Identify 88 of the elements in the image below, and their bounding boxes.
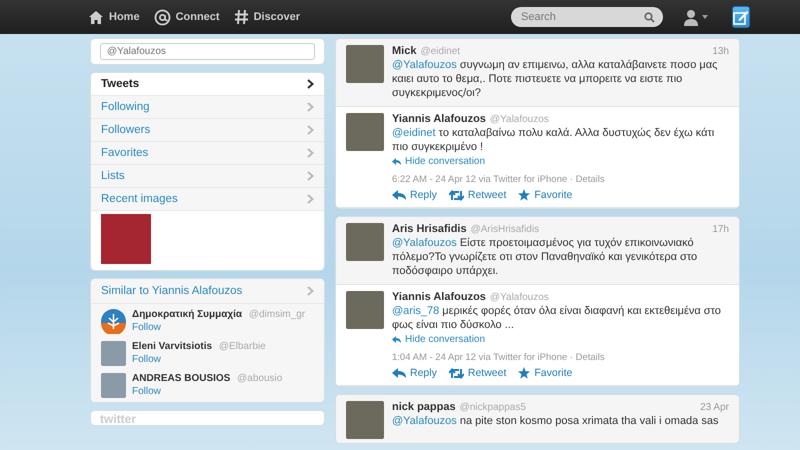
reply-arrow-icon bbox=[392, 368, 406, 378]
similar-accounts-link[interactable]: Similar to Yiannis Alafouzos bbox=[91, 279, 324, 304]
retweet-icon bbox=[448, 368, 464, 378]
user-handle: @nickpappas5 bbox=[460, 402, 526, 413]
user-name[interactable]: Aris Hrisafidis bbox=[392, 223, 467, 235]
profile-nav-item[interactable]: Favorites bbox=[91, 142, 324, 165]
avatar-photo bbox=[346, 45, 384, 83]
tweet-input-field[interactable]: @Yalafouzos bbox=[100, 43, 315, 60]
chevron-icon bbox=[307, 171, 314, 181]
nav-link[interactable]: Connect bbox=[154, 8, 220, 26]
profile-nav-item[interactable]: Tweets bbox=[91, 73, 324, 96]
user-name[interactable]: Yiannis Alafouzos bbox=[392, 113, 486, 125]
tweet-time[interactable]: 23 Apr bbox=[700, 402, 729, 413]
account-name[interactable]: Δημοκρατική Συμμαχία bbox=[132, 309, 242, 320]
mention-link[interactable]: @aris_78 bbox=[392, 305, 440, 317]
account-handle: @Elbarbie bbox=[218, 341, 266, 352]
avatar-photo bbox=[346, 401, 384, 439]
details-link[interactable]: Details bbox=[576, 174, 605, 185]
chevron-icon bbox=[307, 148, 314, 158]
user-handle: @eidinet bbox=[420, 46, 460, 57]
reply-action[interactable]: Reply bbox=[392, 367, 437, 379]
follow-link[interactable]: Follow bbox=[132, 354, 161, 365]
avatar-photo bbox=[346, 113, 384, 151]
follow-link[interactable]: Follow bbox=[132, 386, 161, 397]
retweet-action[interactable]: Retweet bbox=[448, 189, 506, 201]
mention-link[interactable]: @Yalafouzos bbox=[392, 59, 457, 71]
tweet-text: @eidinet το καταλαβαίνω πολυ καλά. Αλλα δυστυχώς δεν έχω κάτι πιο συγκεκριμένο ! bbox=[392, 126, 716, 154]
hash-icon bbox=[234, 9, 249, 25]
user-handle: @Yalafouzos bbox=[490, 114, 549, 125]
mention-link[interactable]: @Yalafouzos bbox=[392, 415, 457, 427]
account-name[interactable]: Eleni Varvitsiotis bbox=[132, 341, 212, 352]
profile-nav-item[interactable]: Recent images bbox=[91, 188, 324, 211]
chevron-icon bbox=[307, 79, 314, 89]
tweet-time[interactable]: 13h bbox=[712, 46, 729, 57]
tweet-time[interactable]: 17h bbox=[712, 224, 729, 235]
home-icon bbox=[88, 10, 104, 24]
profile-nav-item[interactable]: Following bbox=[91, 96, 324, 119]
search-field[interactable]: Search bbox=[511, 7, 664, 27]
favorite-action[interactable]: Favorite bbox=[518, 367, 572, 379]
nav-link[interactable]: Discover bbox=[234, 8, 300, 26]
account-handle: @dimsim_gr bbox=[248, 309, 306, 320]
reply-arrow-icon bbox=[392, 190, 406, 200]
caret-icon bbox=[702, 15, 708, 19]
tweet-text: @Yalafouzos na pite ston kosmo posa xrimata tha vali i omada sas bbox=[392, 414, 720, 428]
favorite-action[interactable]: Favorite bbox=[518, 189, 572, 201]
avatar-photo bbox=[346, 223, 384, 261]
chevron-icon bbox=[307, 286, 314, 296]
chevron-icon bbox=[307, 102, 314, 112]
avatar-photo bbox=[346, 291, 384, 329]
tweet-timestamp: 6:22 AM - 24 Apr 12 via Twitter for iPhone · bbox=[392, 174, 573, 185]
nav-link[interactable]: Home bbox=[88, 8, 140, 26]
avatar-photo bbox=[101, 372, 126, 398]
pen-square-icon bbox=[733, 10, 750, 24]
reply-action[interactable]: Reply bbox=[392, 189, 437, 201]
avatar-photo bbox=[101, 340, 126, 366]
hide-conversation-link[interactable]: Hide conversation bbox=[392, 334, 486, 345]
user-handle: @ArisHrisafidis bbox=[470, 224, 540, 235]
tweet-text: @Yalafouzos Είστε προετοιμασμένος για τυχόν επικοινωνιακό πόλεμο?Το γνωρίζετε οτι στον Παναθηναϊκό και γενικότερα στο ποδόσφαιρο υπάρχει. bbox=[392, 236, 698, 278]
hide-conversation-link[interactable]: Hide conversation bbox=[392, 156, 486, 167]
person-icon bbox=[683, 8, 700, 26]
user-name[interactable]: nick pappas bbox=[392, 401, 456, 413]
account-name[interactable]: ANDREAS BOUSIOS bbox=[132, 373, 230, 384]
account-handle: @abousio bbox=[237, 373, 282, 384]
at-icon bbox=[154, 8, 171, 26]
mention-link[interactable]: @Yalafouzos bbox=[392, 237, 457, 249]
tweet-timestamp: 1:04 AM - 24 Apr 12 via Twitter for iPhone · bbox=[392, 352, 573, 363]
profile-nav-item[interactable]: Followers bbox=[91, 119, 324, 142]
retweet-icon bbox=[448, 190, 464, 200]
profile-nav-item[interactable]: Lists bbox=[91, 165, 324, 188]
user-name[interactable]: Yiannis Alafouzos bbox=[392, 291, 486, 303]
star-icon bbox=[518, 189, 530, 201]
tweet-text: @aris_78 μερικές φορές όταν όλα είναι διαφανή και εκτεθειμένα στο φως είναι πιο δύσκολο ... bbox=[392, 304, 722, 332]
user-handle: @Yalafouzos bbox=[490, 292, 549, 303]
user-menu-button[interactable] bbox=[683, 8, 708, 26]
follow-link[interactable]: Follow bbox=[132, 322, 161, 333]
reply-arrow-icon bbox=[392, 158, 401, 165]
tweet-text: @Yalafouzos συγνωμη αν επιμεινω, αλλα καταλάβαινετε ποσο μας καιει αυτο το θεμα,. Ποτε πιστευετε να μπορειτε να ειστε πιο συγκεκριμενος/οι? bbox=[392, 58, 718, 100]
chevron-icon bbox=[307, 125, 314, 135]
search-icon bbox=[644, 12, 656, 23]
details-link[interactable]: Details bbox=[576, 352, 605, 363]
star-icon bbox=[518, 367, 530, 379]
reply-arrow-icon bbox=[392, 336, 401, 343]
tree-logo-icon bbox=[101, 308, 126, 334]
mention-link[interactable]: @eidinet bbox=[392, 127, 436, 139]
user-name[interactable]: Mick bbox=[392, 45, 416, 57]
retweet-action[interactable]: Retweet bbox=[448, 367, 506, 379]
compose-button[interactable] bbox=[732, 6, 750, 28]
chevron-icon bbox=[307, 194, 314, 204]
